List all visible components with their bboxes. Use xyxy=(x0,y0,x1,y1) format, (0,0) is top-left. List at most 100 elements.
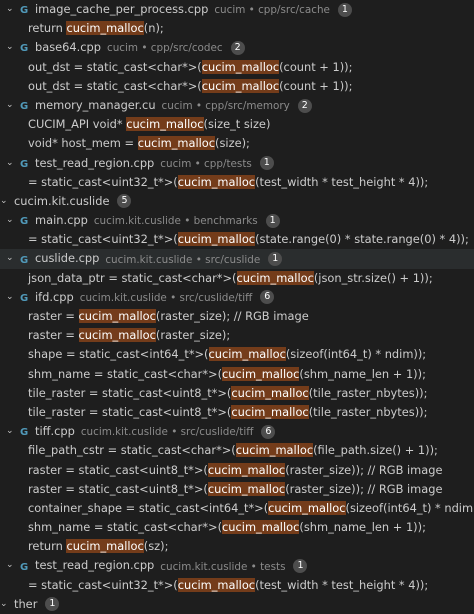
match-highlight: cucim_malloc xyxy=(222,366,300,381)
match-text-before: = static_cast<uint32_t*>( xyxy=(28,174,178,189)
match-highlight: cucim_malloc xyxy=(268,500,346,515)
match-text-before: container_shape = static_cast<int64_t*>( xyxy=(28,500,269,515)
search-match-row[interactable]: raster = cucim_malloc(raster_size); xyxy=(0,326,474,345)
search-match-row[interactable]: out_dst = static_cast<char*>(cucim_mallo… xyxy=(0,77,474,96)
search-match-row[interactable]: shm_name = static_cast<char*>(cucim_mall… xyxy=(0,365,474,384)
cpp-file-icon: G xyxy=(20,43,29,55)
file-row[interactable]: ⌄ Gmain.cpp cucim.kit.cuslide • benchmarks… xyxy=(0,211,474,230)
match-count-badge: 1 xyxy=(268,252,283,267)
match-highlight: cucim_malloc xyxy=(177,174,256,189)
file-path-description: cucim.kit.cuslide • src/cuslide/tiff xyxy=(79,291,253,304)
match-highlight: cucim_malloc xyxy=(236,270,314,285)
search-match-row[interactable]: container_shape = static_cast<int64_t*>(… xyxy=(0,499,474,518)
match-highlight: cucim_malloc xyxy=(201,59,280,74)
file-path-description: cucim.kit.cuslide • benchmarks xyxy=(93,215,258,228)
match-text-after: (count + 1)); xyxy=(279,59,353,74)
match-text-after: (size_t size) xyxy=(203,117,271,132)
search-match-row[interactable]: return cucim_malloc(n); xyxy=(0,19,474,38)
search-match-row[interactable]: tile_raster = static_cast<uint8_t*>(cuci… xyxy=(0,403,474,422)
match-highlight: cucim_malloc xyxy=(66,539,144,554)
search-match-row[interactable]: = static_cast<uint32_t*>(cucim_malloc(st… xyxy=(0,230,474,249)
file-name: memory_manager.cu xyxy=(35,98,156,113)
cpp-file-icon: G xyxy=(20,5,29,17)
search-match-row[interactable]: return cucim_malloc(sz); xyxy=(0,537,474,556)
file-row[interactable]: ⌄ Gimage_cache_per_process.cpp cucim • cpp… xyxy=(0,0,474,19)
search-match-row[interactable]: raster = cucim_malloc(raster_size); // R… xyxy=(0,307,474,326)
chevron-down-icon[interactable]: ⌄ xyxy=(6,422,20,441)
folder-name: cucim.kit.cuslide xyxy=(14,193,110,208)
file-row[interactable]: ⌄ Gmemory_manager.cu cucim • cpp/src/memor… xyxy=(0,96,474,115)
search-match-row[interactable]: shape = static_cast<int64_t*>(cucim_mall… xyxy=(0,345,474,364)
file-name: cuslide.cpp xyxy=(35,251,100,266)
chevron-down-icon[interactable]: ⌄ xyxy=(6,249,20,268)
match-text-before: return xyxy=(28,21,67,36)
chevron-down-icon[interactable]: ⌄ xyxy=(6,154,20,173)
match-highlight: cucim_malloc xyxy=(207,481,286,496)
match-text-before: raster = xyxy=(28,309,79,323)
file-row[interactable]: ⌄ Gbase64.cpp cucim • cpp/src/codec 2 xyxy=(0,38,474,57)
file-row[interactable]: ⌄ Gtiff.cpp cucim.kit.cuslide • src/cuslid… xyxy=(0,422,474,441)
search-match-row[interactable]: file_path_cstr = static_cast<char*>(cuci… xyxy=(0,441,474,460)
match-highlight: cucim_malloc xyxy=(231,385,309,400)
match-highlight: cucim_malloc xyxy=(78,309,156,323)
match-text-before: = static_cast<uint32_t*>( xyxy=(28,232,178,247)
match-count-badge: 5 xyxy=(117,194,132,209)
file-row[interactable]: ⌄ Gcuslide.cpp cucim.kit.cuslide • src/cus… xyxy=(0,249,474,269)
match-text-before: void* host_mem = xyxy=(28,136,138,151)
match-text-after: (json_str.size() + 1)); xyxy=(313,270,433,285)
match-text-after: (raster_size)); // RGB image xyxy=(285,462,443,477)
search-match-row[interactable]: = static_cast<uint32_t*>(cucim_malloc(te… xyxy=(0,576,474,595)
chevron-down-icon[interactable]: ⌄ xyxy=(6,288,20,307)
match-text-after: (shm_name_len + 1)); xyxy=(299,520,426,535)
match-text-before: file_path_cstr = static_cast<char*>( xyxy=(28,443,236,458)
search-match-row[interactable]: = static_cast<uint32_t*>(cucim_malloc(te… xyxy=(0,173,474,192)
chevron-down-icon[interactable]: ⌄ xyxy=(6,556,20,575)
search-match-row[interactable]: CUCIM_API void* cucim_malloc(size_t size… xyxy=(0,115,474,134)
search-match-row[interactable]: void* host_mem = cucim_malloc(size); xyxy=(0,134,474,153)
match-count-badge: 6 xyxy=(260,290,275,305)
search-match-row[interactable]: raster = static_cast<uint8_t*>(cucim_mal… xyxy=(0,461,474,480)
search-match-row[interactable]: out_dst = static_cast<char*>(cucim_mallo… xyxy=(0,58,474,77)
chevron-down-icon[interactable]: ⌄ xyxy=(0,595,14,614)
file-row[interactable]: ⌄ Gifd.cpp cucim.kit.cuslide • src/cuslide… xyxy=(0,288,474,307)
match-text-before: CUCIM_API void* xyxy=(28,117,127,132)
file-path-description: cucim.kit.cuslide • src/cuslide/tiff xyxy=(80,426,254,439)
file-row[interactable]: ⌄ Gtest_read_region.cpp cucim • cpp/tests 1 xyxy=(0,154,474,173)
chevron-down-icon[interactable]: ⌄ xyxy=(6,38,20,57)
file-name: base64.cpp xyxy=(35,40,101,55)
match-text-before: raster = static_cast<uint8_t*>( xyxy=(28,481,208,496)
match-text-before: json_data_ptr = static_cast<char*>( xyxy=(28,270,237,285)
match-text-before: shm_name = static_cast<char*>( xyxy=(28,366,223,381)
match-text-before: out_dst = static_cast<char*>( xyxy=(28,78,202,93)
file-path-description: cucim • cpp/src/codec xyxy=(107,42,223,55)
match-text-after: (sizeof(int64_t) * ndim)); xyxy=(285,347,427,362)
chevron-down-icon[interactable]: ⌄ xyxy=(0,192,14,211)
match-highlight: cucim_malloc xyxy=(201,78,280,93)
search-results-tree: ⌄ Gimage_cache_per_process.cpp cucim • cpp… xyxy=(0,0,474,612)
match-text-before: shape = static_cast<int64_t*>( xyxy=(28,347,209,362)
cpp-file-icon: G xyxy=(20,158,29,170)
match-text-before: raster = xyxy=(28,328,79,343)
chevron-down-icon[interactable]: ⌄ xyxy=(6,96,20,115)
search-match-row[interactable]: shm_name = static_cast<char*>(cucim_mall… xyxy=(0,518,474,537)
folder-row[interactable]: ⌄ ther 1 xyxy=(0,595,474,614)
match-count-badge: 1 xyxy=(265,213,280,228)
match-text-after: (tile_raster_nbytes)); xyxy=(308,404,428,419)
match-count-badge: 1 xyxy=(45,597,60,612)
file-path-description: cucim • cpp/src/memory xyxy=(161,100,290,113)
search-match-row[interactable]: json_data_ptr = static_cast<char*>(cucim… xyxy=(0,269,474,288)
match-text-after: (n); xyxy=(143,21,164,36)
chevron-down-icon[interactable]: ⌄ xyxy=(6,211,20,230)
match-highlight: cucim_malloc xyxy=(235,443,314,458)
match-count-badge: 6 xyxy=(261,424,276,439)
file-row[interactable]: ⌄ Gtest_read_region.cpp cucim.kit.cuslide … xyxy=(0,556,474,575)
search-match-row[interactable]: tile_raster = static_cast<uint8_t*>(cuci… xyxy=(0,384,474,403)
chevron-down-icon[interactable]: ⌄ xyxy=(6,0,20,19)
search-match-row[interactable]: raster = static_cast<uint8_t*>(cucim_mal… xyxy=(0,480,474,499)
file-name: ifd.cpp xyxy=(35,289,74,304)
folder-row[interactable]: ⌄ cucim.kit.cuslide 5 xyxy=(0,192,474,211)
folder-name: ther xyxy=(14,596,38,611)
match-highlight: cucim_malloc xyxy=(126,117,204,132)
match-text-after: (sz); xyxy=(143,539,169,554)
file-name: tiff.cpp xyxy=(35,424,75,439)
